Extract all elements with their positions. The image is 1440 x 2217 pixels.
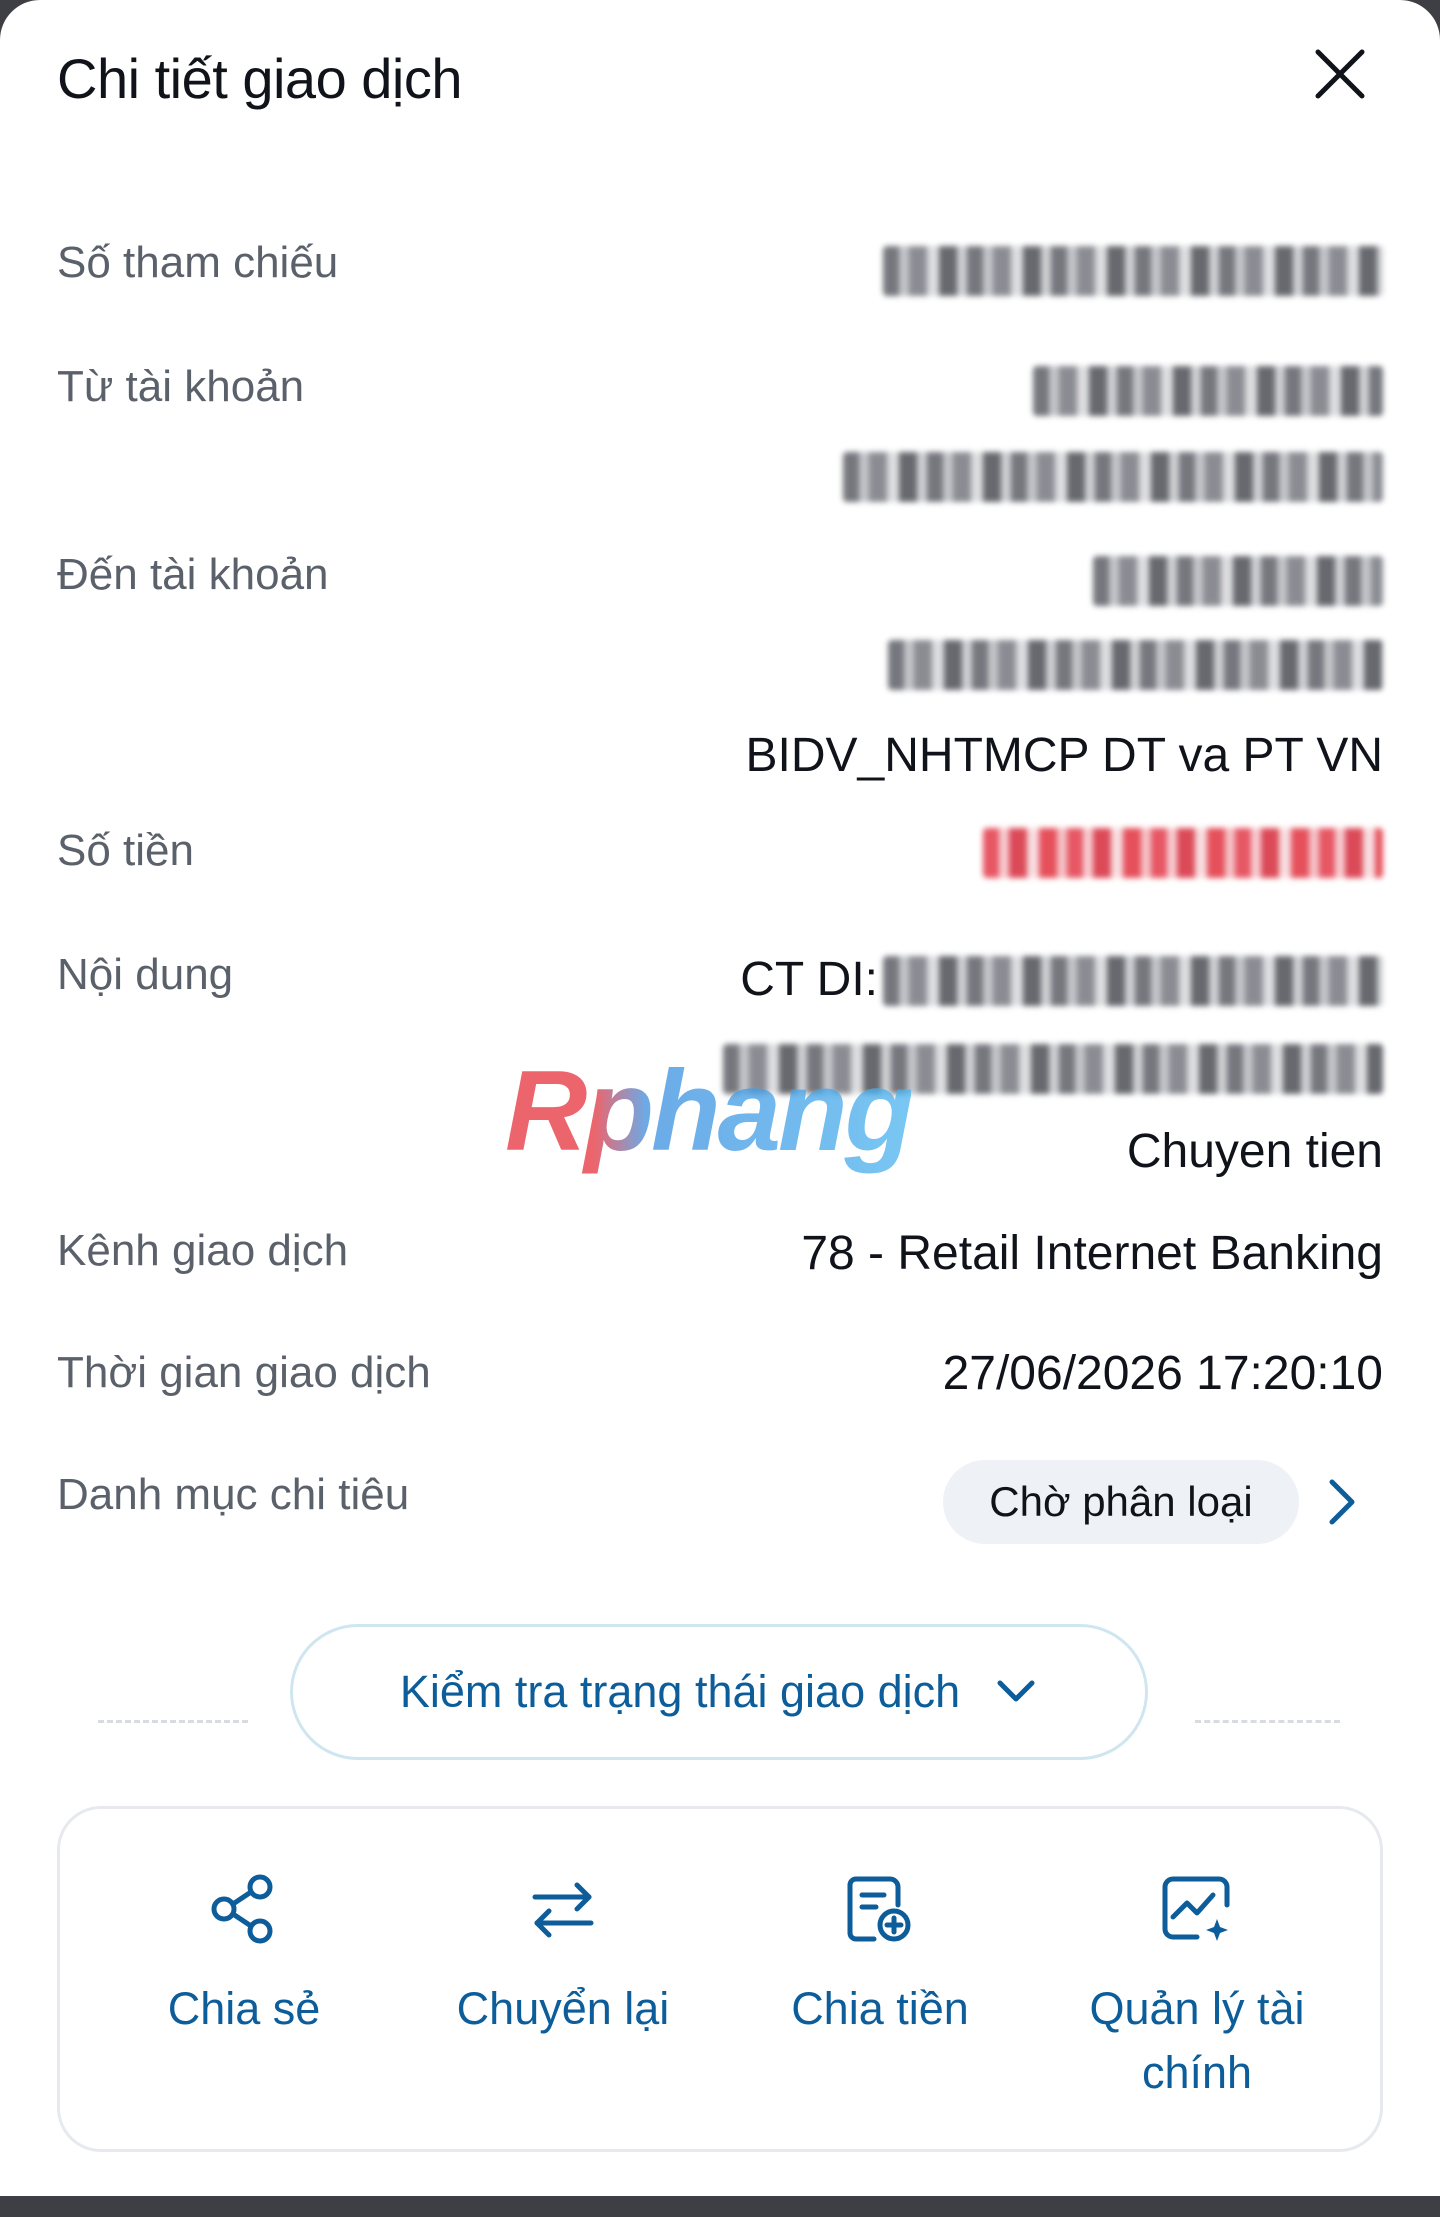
to-account-number-redacted	[1093, 556, 1383, 606]
from-account-name-redacted	[843, 452, 1383, 502]
chevron-down-icon	[997, 1680, 1035, 1702]
content-line3: Chuyen tien	[1126, 1125, 1383, 1178]
split-bill-button[interactable]: Chia tiền	[730, 1869, 1030, 2041]
share-button[interactable]: Chia sẻ	[94, 1869, 394, 2041]
content-label: Nội dung	[57, 950, 234, 999]
time-label: Thời gian giao dịch	[57, 1348, 431, 1397]
time-value: 27/06/2026 17:20:10	[942, 1347, 1383, 1400]
reference-value-redacted	[883, 246, 1383, 296]
content-prefix: CT DI:	[740, 953, 878, 1006]
transfer-arrows-icon	[532, 1882, 594, 1938]
check-status-label: Kiểm tra trạng thái giao dịch	[399, 1666, 961, 1717]
from-account-label: Từ tài khoản	[57, 362, 305, 411]
divider-left	[98, 1720, 248, 1723]
channel-value: 78 - Retail Internet Banking	[801, 1227, 1383, 1280]
watermark-logo: Rphang	[505, 1048, 914, 1175]
split-bill-icon	[847, 1876, 911, 1942]
split-bill-label: Chia tiền	[791, 1983, 969, 2034]
to-account-label: Đến tài khoản	[57, 550, 329, 599]
amount-label: Số tiền	[57, 826, 194, 875]
divider-right	[1195, 1720, 1340, 1723]
transaction-detail-sheet: Chi tiết giao dịch Số tham chiếu Từ tài …	[0, 0, 1440, 2196]
amount-value-redacted	[983, 828, 1383, 878]
page-title: Chi tiết giao dịch	[57, 47, 463, 110]
check-status-button[interactable]: Kiểm tra trạng thái giao dịch	[290, 1624, 1148, 1760]
content-line1-redacted	[883, 956, 1383, 1006]
to-account-name-redacted	[888, 640, 1383, 690]
from-account-number-redacted	[1033, 366, 1383, 416]
transfer-again-button[interactable]: Chuyển lại	[413, 1869, 713, 2041]
reference-label: Số tham chiếu	[57, 238, 339, 287]
finance-management-button[interactable]: Quản lý tài chính	[1047, 1869, 1347, 2105]
finance-chart-icon	[1162, 1876, 1230, 1941]
chevron-right-icon[interactable]	[1320, 1472, 1364, 1532]
to-account-bank: BIDV_NHTMCP DT va PT VN	[745, 729, 1383, 782]
action-card: Chia sẻ Chuyển lại Chia tiền Quản lý tài…	[57, 1806, 1383, 2152]
category-label: Danh mục chi tiêu	[57, 1470, 410, 1519]
finance-management-label: Quản lý tài chính	[1089, 1983, 1305, 2098]
category-pill[interactable]: Chờ phân loại	[943, 1460, 1299, 1544]
share-icon	[211, 1874, 273, 1944]
channel-label: Kênh giao dịch	[57, 1226, 349, 1275]
close-icon[interactable]	[1310, 44, 1370, 104]
transfer-again-label: Chuyển lại	[456, 1983, 670, 2034]
share-label: Chia sẻ	[167, 1983, 321, 2034]
